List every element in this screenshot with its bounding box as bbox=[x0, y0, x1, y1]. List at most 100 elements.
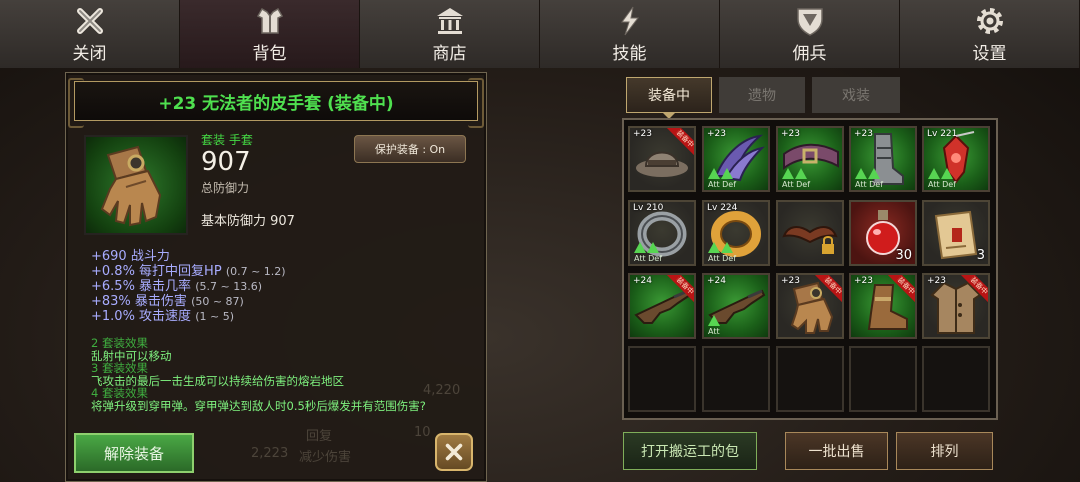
att-def-label: Att Def bbox=[634, 254, 663, 263]
inventory-slot[interactable]: +24 装备中 bbox=[628, 273, 696, 339]
slot-level: Lv 224 bbox=[707, 203, 738, 213]
inventory-slot[interactable]: +23 装备中 bbox=[628, 126, 696, 192]
nav-tab-shop[interactable]: 商店 bbox=[360, 0, 540, 68]
up-arrow-icon bbox=[647, 242, 659, 253]
armor-icon bbox=[256, 7, 283, 34]
up-arrow-icon bbox=[708, 168, 720, 179]
empty-inventory-slot[interactable] bbox=[849, 346, 917, 412]
slot-level: Lv 221 bbox=[927, 129, 958, 139]
close-detail-button[interactable] bbox=[435, 433, 473, 471]
item-count: 3 bbox=[976, 248, 985, 263]
empty-inventory-slot[interactable] bbox=[922, 346, 990, 412]
empty-inventory-slot[interactable] bbox=[628, 346, 696, 412]
up-arrow-icon bbox=[708, 242, 720, 253]
empty-inventory-slot[interactable] bbox=[702, 346, 770, 412]
nav-tab-bag[interactable]: 背包 bbox=[180, 0, 360, 68]
nav-tab-skills[interactable]: 技能 bbox=[540, 0, 720, 68]
stat-line: +1.0% 攻击速度 (1 ~ 5) bbox=[91, 309, 286, 324]
inventory-slot[interactable]: 3 bbox=[922, 200, 990, 266]
wings-lock-icon bbox=[782, 226, 838, 254]
up-arrow-icon bbox=[782, 168, 794, 179]
up-arrow-icon bbox=[634, 242, 646, 253]
inventory-slot[interactable]: +23 Att Def bbox=[776, 126, 844, 192]
tab-relics[interactable]: 遗物 bbox=[719, 77, 805, 113]
item-stats: +690 战斗力 +0.8% 每打中回复HP (0.7 ~ 1.2) +6.5%… bbox=[91, 249, 286, 324]
empty-inventory-slot[interactable] bbox=[776, 346, 844, 412]
stat-range: (0.7 ~ 1.2) bbox=[225, 265, 286, 278]
slot-level: +23 bbox=[854, 276, 873, 286]
upgrade-arrows bbox=[708, 315, 720, 326]
shield-icon bbox=[796, 8, 823, 36]
stat-line: +6.5% 暴击几率 (5.7 ~ 13.6) bbox=[91, 279, 286, 294]
close-icon bbox=[445, 443, 463, 461]
slot-level: +23 bbox=[854, 129, 873, 139]
lightning-icon bbox=[620, 6, 639, 36]
item-image bbox=[84, 135, 188, 235]
item-title-bar: +23 无法者的皮手套 (装备中) bbox=[68, 78, 484, 128]
item-set-label: 套装 手套 bbox=[201, 133, 253, 147]
inventory-slot[interactable]: +23 装备中 bbox=[776, 273, 844, 339]
open-porter-bag-button[interactable]: 打开搬运工的包 bbox=[623, 432, 757, 470]
tab-equipped[interactable]: 装备中 bbox=[626, 77, 712, 119]
total-defense-label: 总防御力 bbox=[201, 181, 250, 195]
att-def-label: Att Def bbox=[855, 180, 884, 189]
inventory-slot[interactable]: 30 bbox=[849, 200, 917, 266]
up-arrow-icon bbox=[941, 168, 953, 179]
slot-level: +24 bbox=[633, 276, 652, 286]
up-arrow-icon bbox=[721, 168, 733, 179]
glove-icon bbox=[100, 145, 162, 227]
slot-level: +23 bbox=[633, 129, 652, 139]
nav-tab-mercenary[interactable]: 佣兵 bbox=[720, 0, 900, 68]
total-defense-value: 907 bbox=[201, 147, 251, 177]
temple-icon bbox=[436, 8, 463, 34]
up-arrow-icon bbox=[721, 242, 733, 253]
set-effect-heading: 4 套装效果 bbox=[91, 386, 148, 400]
slot-level: +23 bbox=[707, 129, 726, 139]
inventory-slot[interactable]: +23 Att Def bbox=[849, 126, 917, 192]
sort-button[interactable]: 排列 bbox=[896, 432, 993, 470]
slot-level: +24 bbox=[707, 276, 726, 286]
set-effect-heading: 2 套装效果 bbox=[91, 337, 148, 350]
close-icon bbox=[76, 8, 103, 34]
item-title: +23 无法者的皮手套 (装备中) bbox=[158, 93, 394, 114]
att-def-label: Att bbox=[708, 327, 720, 336]
stat-line: +690 战斗力 bbox=[91, 249, 286, 264]
nav-tab-label: 设置 bbox=[972, 44, 1007, 64]
bulk-sell-button[interactable]: 一批出售 bbox=[785, 432, 888, 470]
set-effect-text: 飞攻击的最后一击生成可以持续给伤害的熔岩地区 bbox=[91, 373, 344, 388]
inventory-slot[interactable]: Lv 221 Att Def bbox=[922, 126, 990, 192]
protect-equipment-button[interactable]: 保护装备 : On bbox=[354, 135, 466, 163]
inventory-slot[interactable]: Lv 224 Att Def bbox=[702, 200, 770, 266]
nav-tab-close[interactable]: 关闭 bbox=[0, 0, 180, 68]
slot-level: +23 bbox=[781, 129, 800, 139]
item-detail-panel: 4,220 10 2,223 减少伤害 回复 +23 无法者的皮手套 (装备中)… bbox=[65, 72, 487, 482]
slot-level: Lv 210 bbox=[633, 203, 664, 213]
up-arrow-icon bbox=[795, 168, 807, 179]
upgrade-arrows bbox=[708, 168, 733, 179]
up-arrow-icon bbox=[708, 315, 720, 326]
unequip-button[interactable]: 解除装备 bbox=[74, 433, 194, 473]
stat-text: +690 战斗力 bbox=[91, 249, 170, 264]
stat-line: +0.8% 每打中回复HP (0.7 ~ 1.2) bbox=[91, 264, 286, 279]
tab-costume[interactable]: 戏装 bbox=[812, 77, 900, 113]
background-text: 减少伤害 bbox=[299, 450, 352, 465]
game-screen: 关闭 背包 商店 技能 佣兵 设置 4,220 10 2,223 减少伤害 回复 bbox=[0, 0, 1080, 482]
inventory-slot[interactable] bbox=[776, 200, 844, 266]
stat-range: (1 ~ 5) bbox=[195, 310, 234, 323]
stat-range: (50 ~ 87) bbox=[191, 295, 244, 308]
set-effect-text: 乱射中可以移动 bbox=[91, 348, 172, 363]
att-def-label: Att Def bbox=[708, 180, 737, 189]
slot-level: +23 bbox=[781, 276, 800, 286]
set-effects[interactable]: 2 套装效果 乱射中可以移动 3 套装效果 飞攻击的最后一击生成可以持续给伤害的… bbox=[91, 337, 481, 418]
gear-icon bbox=[976, 8, 1003, 34]
inventory-slot[interactable]: +24 Att bbox=[702, 273, 770, 339]
stat-text: +0.8% 每打中回复HP bbox=[91, 264, 222, 279]
inventory-slot[interactable]: +23 Att Def bbox=[702, 126, 770, 192]
nav-tab-label: 技能 bbox=[612, 44, 647, 64]
inventory-slot[interactable]: Lv 210 Att Def bbox=[628, 200, 696, 266]
nav-tab-settings[interactable]: 设置 bbox=[900, 0, 1080, 68]
inventory-slot[interactable]: +23 装备中 bbox=[922, 273, 990, 339]
up-arrow-icon bbox=[855, 168, 867, 179]
inventory-slot[interactable]: +23 装备中 bbox=[849, 273, 917, 339]
att-def-label: Att Def bbox=[708, 254, 737, 263]
